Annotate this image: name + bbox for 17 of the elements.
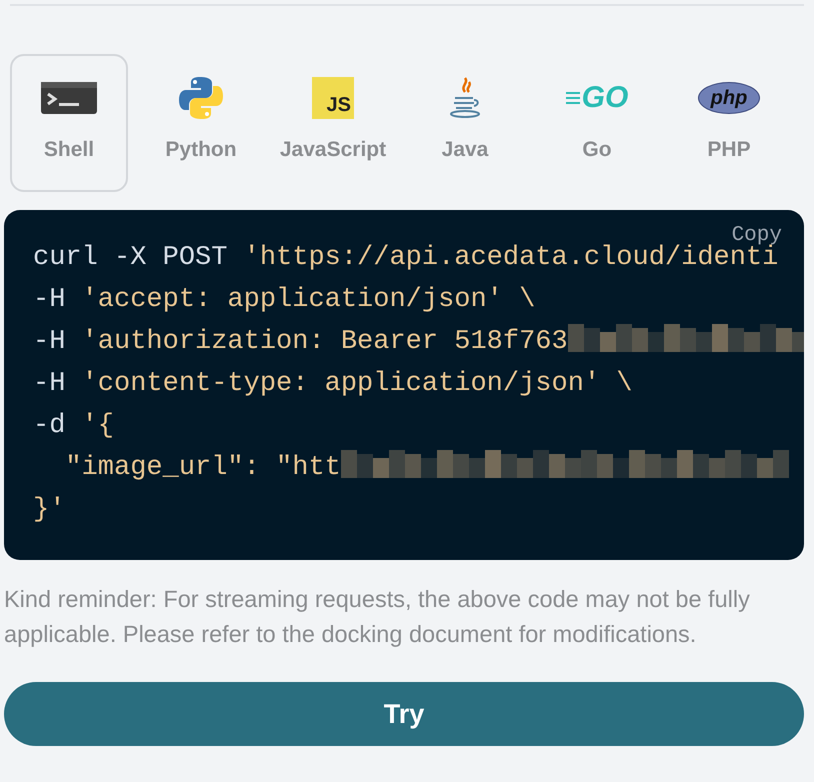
language-tab[interactable]: Python — [142, 54, 260, 192]
language-tab[interactable]: php PHP — [670, 54, 788, 192]
reminder-text: Kind reminder: For streaming requests, the above code may not be fully applicable. Please refer to the docking document for modifications. — [4, 585, 751, 649]
code-line: -H 'accept: application/json' \ — [33, 285, 536, 315]
language-tab[interactable]: Java — [406, 54, 524, 192]
language-tab[interactable]: GO Go — [538, 54, 656, 192]
code-line: }' — [33, 495, 66, 525]
code-line: -H 'content-type: application/json' \ — [33, 369, 632, 399]
code-line: curl -X POST 'https://api.acedata.cloud/identi — [33, 243, 778, 273]
code-line: -H 'authorization: Bearer 518f763 — [33, 327, 568, 357]
code-line: -d '{ — [33, 411, 114, 441]
js-logo-icon: JS — [312, 77, 354, 119]
try-button[interactable]: Try — [4, 682, 804, 746]
language-tab[interactable]: Shell — [10, 54, 128, 192]
code-line: "image_url": "htt — [64, 453, 341, 483]
language-tab[interactable]: JS JavaScript — [274, 54, 392, 192]
php-logo-icon: php — [698, 82, 760, 114]
